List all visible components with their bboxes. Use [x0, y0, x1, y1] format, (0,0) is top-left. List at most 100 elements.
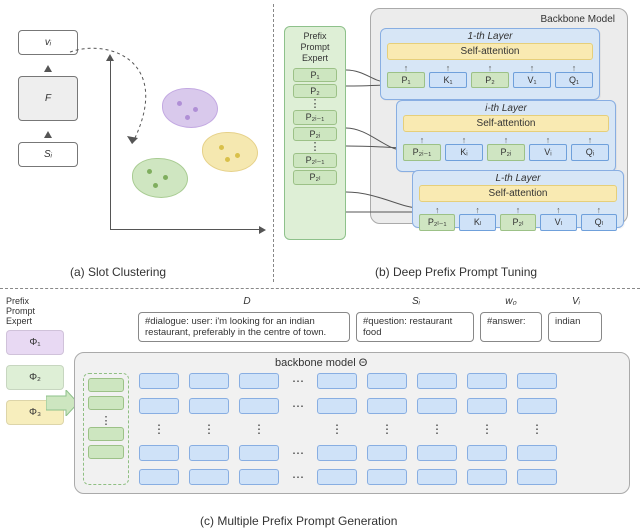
prefix-slot	[88, 445, 124, 459]
expert-slot: P₂ₗ	[293, 170, 337, 185]
slot-V: Vₗ	[540, 214, 576, 231]
grid-row: ⋯	[139, 398, 621, 414]
grid-row: ⋯	[139, 373, 621, 389]
token	[139, 398, 179, 414]
expert-slot: P₂ₗ₋₁	[293, 153, 337, 168]
token	[317, 398, 357, 414]
panel-b-deep-prefix: Backbone Model PrefixPromptExpert P₁ P₂ …	[280, 0, 638, 282]
backbone-theta: backbone model Θ ⋮ ⋯ ⋯	[74, 352, 630, 494]
cluster-yellow	[202, 132, 258, 172]
backbone-label: backbone model Θ	[275, 357, 367, 369]
divider-horizontal	[0, 288, 640, 289]
token	[467, 445, 507, 461]
slot-P: P₂ᵢ	[487, 144, 525, 161]
node-S: Sᵢ	[18, 142, 78, 167]
expert-slot: P₂ᵢ₋₁	[293, 110, 337, 125]
token	[239, 398, 279, 414]
input-boxes: #dialogue: user: i'm looking for an indi…	[138, 312, 628, 342]
token	[517, 373, 557, 389]
token	[239, 445, 279, 461]
grid-vdot-row: ⋮⋮⋮ ⋮⋮⋮⋮⋮	[139, 422, 621, 436]
token	[417, 445, 457, 461]
token	[189, 469, 229, 485]
cluster-green	[132, 158, 188, 198]
layer-title: i-th Layer	[397, 101, 615, 115]
prefix-expert-title: PrefixPromptExpert	[289, 31, 341, 64]
arrow-icon	[44, 131, 52, 138]
input-question: #question: restaurant food	[356, 312, 474, 342]
token	[139, 445, 179, 461]
slot-P: P₂ᵢ₋₁	[403, 144, 441, 161]
token	[317, 445, 357, 461]
token-grid: ⋯ ⋯ ⋮⋮⋮ ⋮⋮⋮⋮⋮ ⋯	[139, 373, 621, 485]
arrow-row: ↑↑↑↑↑	[381, 64, 599, 72]
divider-vertical	[273, 4, 274, 282]
prefix-slot	[88, 396, 124, 410]
expert-slot: P₂	[293, 84, 337, 98]
layer-1: 1-th Layer Self-attention ↑↑↑↑↑ P₁ K₁ P₂…	[380, 28, 600, 100]
token	[139, 373, 179, 389]
token	[317, 469, 357, 485]
self-attention-bar: Self-attention	[387, 43, 593, 60]
self-attention-bar: Self-attention	[419, 185, 617, 202]
arrow-row: ↑↑↑↑↑	[397, 136, 615, 144]
backbone-label: Backbone Model	[541, 14, 616, 25]
arrow-row: ↑↑↑↑↑	[413, 206, 623, 214]
panel-a-slot-clustering: vᵢ F Sᵢ (a) Slot Clustering	[0, 0, 270, 280]
slot-row: P₂ᵢ₋₁ Kᵢ P₂ᵢ Vᵢ Qᵢ	[397, 144, 615, 161]
input-labels: D Sᵢ w₀ Vᵢ	[138, 296, 628, 307]
chain: vᵢ F Sᵢ	[18, 30, 78, 177]
caption-c: (c) Multiple Prefix Prompt Generation	[200, 514, 397, 528]
token	[189, 398, 229, 414]
slot-Q: Q₁	[555, 72, 593, 88]
slot-Q: Qₗ	[581, 214, 617, 231]
prefix-prompt-expert: PrefixPromptExpert P₁ P₂ ⋮ P₂ᵢ₋₁ P₂ᵢ ⋮ P…	[284, 26, 346, 240]
self-attention-bar: Self-attention	[403, 115, 609, 132]
slot-P: P₂ₗ	[500, 214, 536, 231]
expert-selector-label: PrefixPromptExpert	[6, 296, 64, 326]
token	[417, 373, 457, 389]
slot-P: P₂ₗ₋₁	[419, 214, 455, 231]
figure: vᵢ F Sᵢ (a) Slot Clustering Ba	[0, 0, 640, 530]
slot-V: Vᵢ	[529, 144, 567, 161]
layer-title: L-th Layer	[413, 171, 623, 185]
hdots: ⋯	[289, 470, 307, 484]
slot-K: K₁	[429, 72, 467, 88]
hdots: ⋯	[289, 446, 307, 460]
token	[467, 373, 507, 389]
arrow-icon	[44, 65, 52, 72]
token	[367, 445, 407, 461]
token	[239, 373, 279, 389]
phi-1: Φ₁	[6, 330, 64, 355]
token	[417, 398, 457, 414]
input-dialogue: #dialogue: user: i'm looking for an indi…	[138, 312, 350, 342]
caption-b: (b) Deep Prefix Prompt Tuning	[375, 265, 537, 279]
slot-row: P₁ K₁ P₂ V₁ Q₁	[381, 72, 599, 88]
grid-row: ⋯	[139, 445, 621, 461]
layer-L: L-th Layer Self-attention ↑↑↑↑↑ P₂ₗ₋₁ Kₗ…	[412, 170, 624, 228]
token	[417, 469, 457, 485]
token	[189, 373, 229, 389]
slot-P: P₂	[471, 72, 509, 88]
token	[517, 469, 557, 485]
token	[317, 373, 357, 389]
vdots: ⋮	[88, 414, 124, 427]
token	[467, 469, 507, 485]
slot-Q: Qᵢ	[571, 144, 609, 161]
vdots: ⋮	[289, 100, 341, 108]
phi-2: Φ₂	[6, 365, 64, 390]
input-answer-prefix: #answer:	[480, 312, 542, 342]
slot-K: Kᵢ	[445, 144, 483, 161]
label-D: D	[138, 296, 356, 307]
token	[239, 469, 279, 485]
expert-slot: P₂ᵢ	[293, 127, 337, 141]
slot-V: V₁	[513, 72, 551, 88]
token	[517, 445, 557, 461]
label-w: w₀	[476, 296, 546, 307]
vdots: ⋮	[289, 143, 341, 151]
layer-title: 1-th Layer	[381, 29, 599, 43]
grid-row: ⋯	[139, 469, 621, 485]
token	[467, 398, 507, 414]
hdots: ⋯	[289, 399, 307, 413]
inserted-prefix-column: ⋮	[83, 373, 129, 485]
